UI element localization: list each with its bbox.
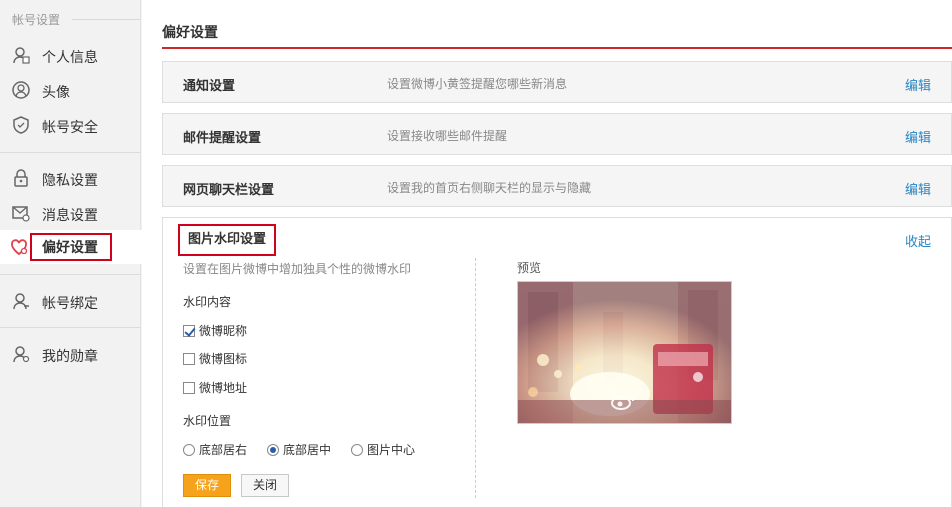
radio-label: 图片中心 (367, 443, 416, 457)
row-title: 通知设置 (183, 79, 236, 94)
heart-gear-icon (10, 238, 28, 256)
checkbox-icon[interactable] (183, 324, 195, 337)
settings-row-notification: 通知设置 设置微博小黄签提醒您哪些新消息 编辑 (162, 61, 952, 103)
checkbox-icon[interactable] (183, 381, 195, 394)
divider (72, 19, 140, 20)
collapse-link[interactable]: 收起 (905, 231, 931, 250)
radio-label: 底部居右 (199, 443, 248, 457)
sidebar-item-binding[interactable]: 帐号绑定 (0, 288, 141, 314)
settings-row-email: 邮件提醒设置 设置接收哪些邮件提醒 编辑 (162, 113, 952, 155)
sidebar-item-label: 帐号安全 (42, 120, 98, 136)
radio-icon[interactable] (351, 443, 363, 456)
row-description: 设置微博小黄签提醒您哪些新消息 (387, 77, 568, 91)
sidebar-heading: 帐号设置 (12, 13, 61, 27)
watermark-content-label: 水印内容 (183, 295, 232, 309)
radio-bottom-center[interactable]: 底部居中 (267, 441, 331, 458)
sidebar-item-label: 我的勋章 (42, 349, 98, 365)
row-title: 网页聊天栏设置 (183, 183, 275, 198)
checkbox-label: 微博地址 (199, 381, 248, 395)
watermark-panel: 图片水印设置 收起 设置在图片微博中增加独具个性的微博水印 水印内容 微博昵称 … (162, 217, 952, 507)
close-button[interactable]: 关闭 (241, 474, 289, 497)
person-icon (12, 46, 30, 64)
panel-description: 设置在图片微博中增加独具个性的微博水印 (183, 262, 412, 276)
edit-link[interactable]: 编辑 (905, 75, 931, 94)
radio-bottom-right[interactable]: 底部居右 (183, 441, 247, 458)
preview-label: 预览 (517, 261, 542, 275)
divider (0, 327, 141, 328)
main-content: 偏好设置 通知设置 设置微博小黄签提醒您哪些新消息 编辑 邮件提醒设置 设置接收… (142, 0, 952, 507)
edit-link[interactable]: 编辑 (905, 127, 931, 146)
radio-label: 底部居中 (283, 443, 332, 457)
envelope-gear-icon (12, 204, 30, 222)
edit-link[interactable]: 编辑 (905, 179, 931, 198)
radio-icon[interactable] (183, 443, 195, 456)
row-description: 设置接收哪些邮件提醒 (387, 129, 508, 143)
checkbox-label: 微博昵称 (199, 324, 248, 338)
radio-icon[interactable] (267, 443, 279, 456)
lock-icon (12, 169, 30, 187)
street-photo (518, 282, 731, 423)
sidebar-item-label: 消息设置 (42, 208, 98, 224)
title-underline (162, 47, 952, 49)
sidebar: 帐号设置 个人信息 头像 帐号安全 隐私设置 消息设置 偏好设置 帐号绑定 我的… (0, 0, 142, 507)
row-title: 邮件提醒设置 (183, 131, 262, 146)
watermark-preview-image (517, 281, 732, 424)
shield-icon (12, 116, 30, 134)
radio-image-center[interactable]: 图片中心 (351, 441, 415, 458)
sidebar-item-medals[interactable]: 我的勋章 (0, 341, 141, 367)
sidebar-item-security[interactable]: 帐号安全 (0, 112, 141, 138)
medal-person-icon (12, 345, 30, 363)
sidebar-item-avatar[interactable]: 头像 (0, 77, 141, 103)
row-description: 设置我的首页右侧聊天栏的显示与隐藏 (387, 181, 592, 195)
avatar-icon (12, 81, 30, 99)
save-button[interactable]: 保存 (183, 474, 231, 497)
person-link-icon (12, 292, 30, 310)
divider (475, 258, 476, 498)
divider (0, 274, 141, 275)
sidebar-item-messages[interactable]: 消息设置 (0, 200, 141, 226)
checkbox-label: 微博图标 (199, 352, 248, 366)
sidebar-item-privacy[interactable]: 隐私设置 (0, 165, 141, 191)
checkbox-url[interactable]: 微博地址 (183, 379, 247, 396)
panel-title: 图片水印设置 (178, 224, 277, 256)
sidebar-item-profile[interactable]: 个人信息 (0, 42, 141, 68)
watermark-position-label: 水印位置 (183, 414, 232, 428)
sidebar-item-preferences[interactable]: 偏好设置 (0, 230, 142, 264)
settings-row-chat: 网页聊天栏设置 设置我的首页右侧聊天栏的显示与隐藏 编辑 (162, 165, 952, 207)
divider (0, 152, 141, 153)
sidebar-item-label: 个人信息 (42, 50, 98, 66)
sidebar-item-label: 帐号绑定 (42, 296, 98, 312)
sidebar-item-label: 头像 (42, 85, 70, 101)
checkbox-icon[interactable] (183, 352, 195, 365)
sidebar-item-label: 隐私设置 (42, 173, 98, 189)
checkbox-nickname[interactable]: 微博昵称 (183, 322, 247, 339)
page-title: 偏好设置 (162, 25, 218, 41)
sidebar-item-label: 偏好设置 (30, 233, 112, 261)
checkbox-logo[interactable]: 微博图标 (183, 350, 247, 367)
